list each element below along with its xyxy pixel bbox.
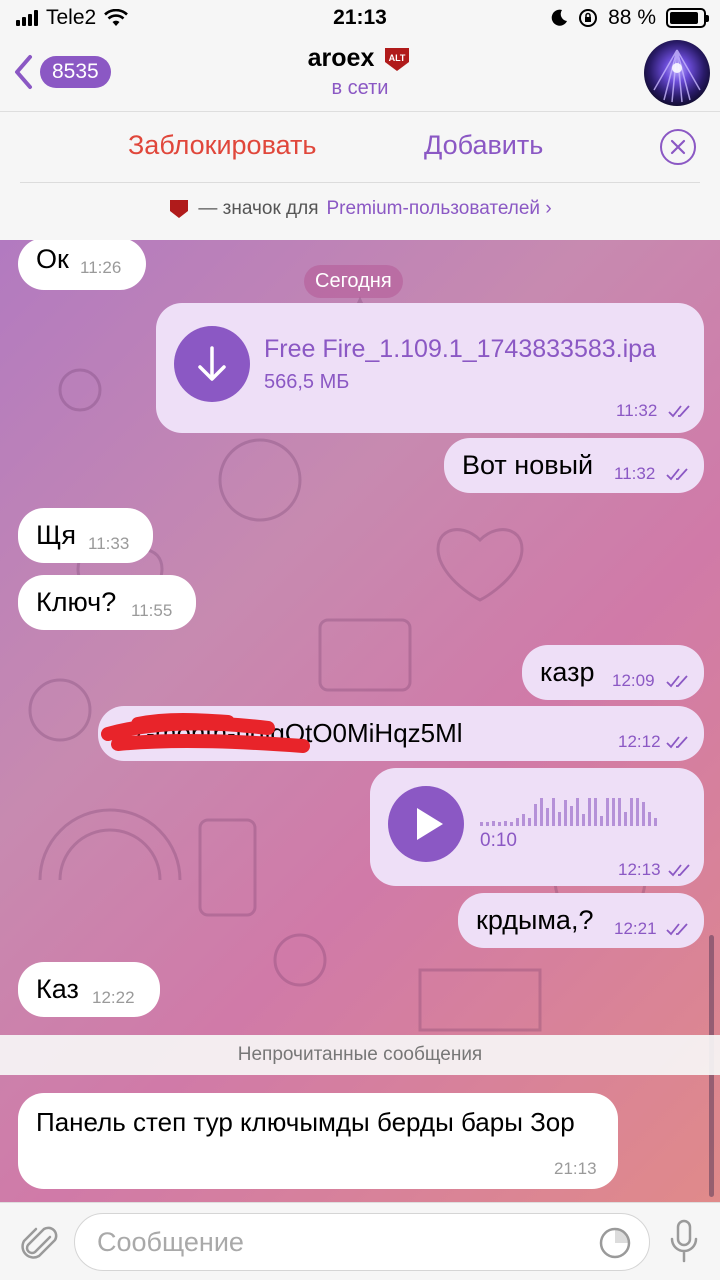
premium-badge-text: ALT (389, 53, 406, 63)
premium-info: — значок для Premium-пользователей › (0, 198, 720, 220)
battery-percent: 88 % (608, 6, 656, 29)
unread-separator: Непрочитанные сообщения (0, 1035, 720, 1075)
message-bubble[interactable]: Ключ? 11:55 (18, 575, 196, 630)
online-status: в сети (331, 77, 389, 99)
composer (0, 1202, 720, 1280)
message-time: 12:21 (614, 919, 657, 938)
voice-message[interactable]: 0:10 12:13 (370, 768, 704, 886)
premium-link-text: Premium-пользователей (326, 198, 541, 219)
microphone-icon[interactable] (668, 1219, 700, 1265)
redaction-scribble (101, 713, 310, 753)
message-time: 11:26 (80, 258, 122, 277)
file-name: Free Fire_1.109.1_1743833583.ipa (264, 335, 656, 363)
voice-duration: 0:10 (480, 830, 517, 851)
date-separator: Сегодня (304, 265, 403, 298)
chat-title: aroex (307, 44, 375, 72)
block-button[interactable]: Заблокировать (128, 130, 316, 161)
download-arrow-icon (198, 346, 226, 381)
message-time: 12:13 (618, 860, 661, 879)
message-bubble[interactable]: казр 12:09 (522, 645, 704, 700)
read-checks-icon (668, 405, 690, 418)
message-bubble[interactable]: Ок 11:26 (18, 240, 146, 290)
waveform (480, 798, 657, 826)
message-text: крдыма,? (476, 905, 594, 935)
chat-header: 8535 aroex ALT в сети (0, 34, 720, 112)
contact-action-bar: Заблокировать Добавить — значок для Prem… (0, 112, 720, 240)
message-text: Ключ? (36, 587, 117, 617)
file-message[interactable]: Free Fire_1.109.1_1743833583.ipa 566,5 М… (156, 303, 704, 433)
message-time: 11:32 (614, 464, 656, 483)
download-button[interactable] (174, 326, 250, 402)
premium-link[interactable]: Premium-пользователей › (327, 198, 552, 220)
message-input[interactable] (74, 1213, 650, 1271)
message-time: 11:55 (131, 601, 173, 620)
message-bubble[interactable]: Каз 12:22 (18, 962, 160, 1017)
read-checks-icon (666, 736, 688, 749)
message-text: Панель степ тур ключымды берды бары Зор (36, 1107, 575, 1137)
avatar[interactable] (644, 40, 710, 106)
message-time: 12:09 (612, 671, 655, 690)
read-checks-icon (666, 923, 688, 936)
message-time: 12:22 (92, 988, 135, 1007)
orientation-lock-icon (579, 9, 598, 27)
message-time: 21:13 (554, 1159, 597, 1178)
message-bubble[interactable]: ...7-month-udlqQtO0MiHqz5Ml 12:12 (98, 706, 704, 761)
play-button[interactable] (388, 786, 464, 862)
attach-icon[interactable] (20, 1221, 60, 1265)
message-time: 11:33 (88, 534, 130, 553)
read-checks-icon (666, 675, 688, 688)
message-text: казр (540, 657, 595, 687)
message-bubble[interactable]: Вот новый 11:32 (444, 438, 704, 493)
premium-badge-icon: ALT (385, 47, 410, 71)
message-bubble[interactable]: Панель степ тур ключымды берды бары Зор … (18, 1093, 618, 1189)
message-text: Ок (36, 244, 69, 274)
divider (20, 182, 700, 183)
message-text: Каз (36, 974, 79, 1004)
status-bar: Tele2 21:13 88 % (0, 0, 720, 34)
battery-icon (666, 8, 709, 28)
message-bubble[interactable]: крдыма,? 12:21 (458, 893, 704, 948)
moon-icon (551, 9, 568, 26)
sticker-icon[interactable] (598, 1226, 632, 1260)
message-time: 12:12 (614, 732, 661, 752)
message-bubble[interactable]: Щя 11:33 (18, 508, 153, 563)
read-checks-icon (668, 864, 690, 877)
file-size: 566,5 МБ (264, 371, 350, 393)
premium-prefix: — значок для (198, 198, 319, 219)
close-button[interactable] (660, 129, 696, 165)
play-icon (417, 808, 443, 840)
chat-title-block[interactable]: aroex ALT в сети (0, 44, 720, 100)
message-text: Вот новый (462, 450, 594, 480)
avatar-image (653, 49, 701, 103)
read-checks-icon (666, 468, 688, 481)
message-time: 11:32 (616, 401, 658, 420)
premium-badge-icon (170, 200, 189, 218)
add-contact-button[interactable]: Добавить (424, 130, 543, 161)
close-icon (670, 139, 686, 155)
message-text: Щя (36, 520, 76, 550)
